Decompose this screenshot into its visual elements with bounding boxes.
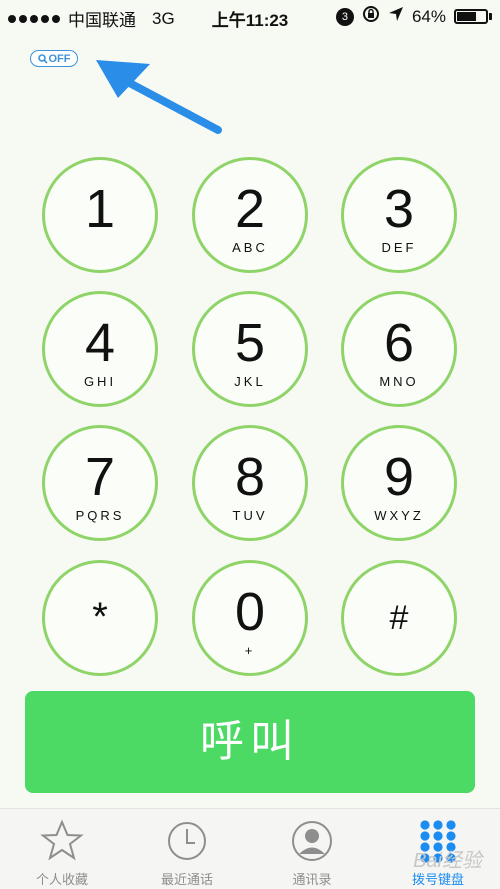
key-6[interactable]: 6 MNO xyxy=(341,291,457,407)
call-button[interactable]: 呼叫 xyxy=(25,691,475,793)
key-2[interactable]: 2 ABC xyxy=(192,157,308,273)
key-letters: MNO xyxy=(379,374,419,389)
key-digit: 4 xyxy=(84,313,116,373)
tab-recents-label: 最近通话 xyxy=(160,872,213,887)
key-7[interactable]: 7 PQRS xyxy=(42,425,158,541)
key-1[interactable]: 1 xyxy=(42,157,158,273)
key-0[interactable]: 0 + xyxy=(192,560,308,676)
key-digit: 0 xyxy=(234,582,266,642)
key-digit: 9 xyxy=(383,447,415,507)
star-icon xyxy=(40,819,84,861)
key-digit: 3 xyxy=(383,179,415,239)
key-letters: TUV xyxy=(232,508,268,523)
key-digit: 1 xyxy=(84,179,116,239)
key-digit: 7 xyxy=(84,447,116,507)
key-4[interactable]: 4 GHI xyxy=(42,291,158,407)
key-digit: # xyxy=(389,599,409,637)
key-digit: * xyxy=(92,595,108,639)
contacts-icon xyxy=(292,821,332,861)
tab-contacts[interactable]: 通讯录 xyxy=(262,819,362,888)
key-letters: WXYZ xyxy=(374,508,424,523)
key-digit: 5 xyxy=(234,313,266,373)
key-letters: ABC xyxy=(232,240,268,255)
tab-keypad-label: 拨号键盘 xyxy=(411,872,464,887)
key-8[interactable]: 8 TUV xyxy=(192,425,308,541)
watermark: Bai经验 xyxy=(413,850,482,872)
clock-icon xyxy=(168,822,206,860)
key-9[interactable]: 9 WXYZ xyxy=(341,425,457,541)
key-3[interactable]: 3 DEF xyxy=(341,157,457,273)
tab-recents[interactable]: 最近通话 xyxy=(137,819,237,888)
key-star[interactable]: * xyxy=(42,560,158,676)
key-digit: 2 xyxy=(234,179,266,239)
dial-keypad: 1 2 ABC 3 DEF 4 GHI 5 JKL 6 MNO 7 PQRS 8 TUV 9 WXYZ * 0 + # xyxy=(0,0,500,690)
key-letters: JKL xyxy=(234,374,266,389)
key-5[interactable]: 5 JKL xyxy=(192,291,308,407)
key-letters: GHI xyxy=(83,374,117,389)
key-digit: 8 xyxy=(234,447,266,507)
tab-favorites[interactable]: 个人收藏 xyxy=(12,819,112,888)
key-letters: DEF xyxy=(381,240,417,255)
key-letters: + xyxy=(244,643,256,658)
tab-bar: 个人收藏 最近通话 通讯录 拨号键盘 Bai经验 xyxy=(0,808,500,889)
key-hash[interactable]: # xyxy=(341,560,457,676)
tab-contacts-label: 通讯录 xyxy=(292,872,332,887)
key-letters: PQRS xyxy=(75,508,125,523)
key-digit: 6 xyxy=(383,313,415,373)
tab-favorites-label: 个人收藏 xyxy=(35,872,88,887)
